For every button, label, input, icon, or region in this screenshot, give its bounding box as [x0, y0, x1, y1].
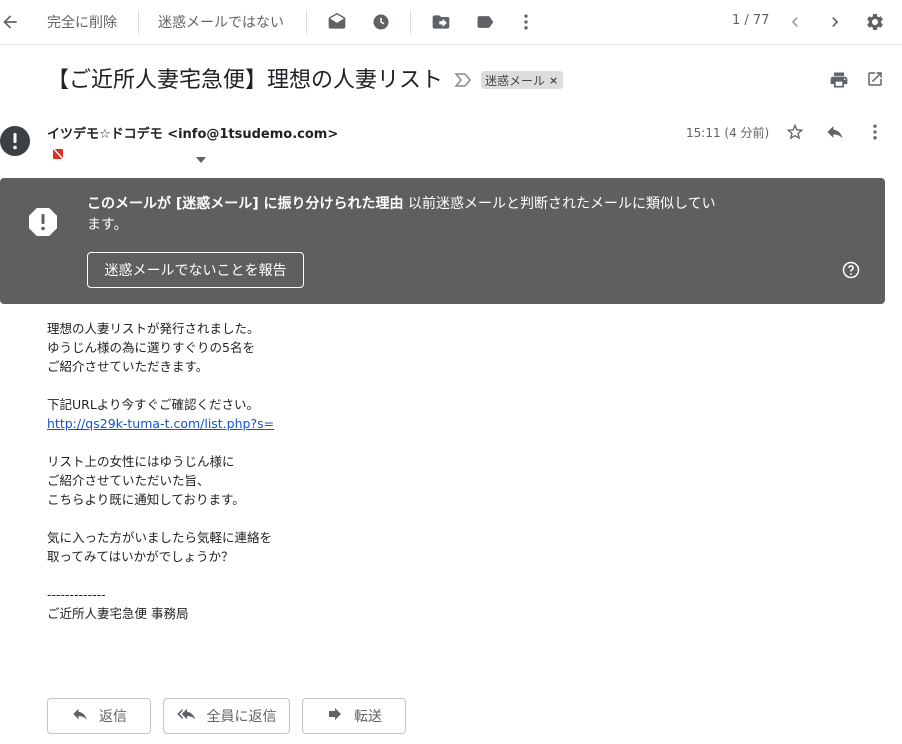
snooze-clock-icon[interactable]	[371, 12, 391, 32]
body-line: こちらより既に通知しております。	[47, 492, 245, 507]
reply-icon[interactable]	[825, 122, 845, 146]
body-line: リスト上の女性にはゆうじん様に	[47, 454, 235, 469]
open-in-new-window-icon[interactable]	[866, 70, 884, 92]
message-count: 1 / 77	[732, 13, 770, 28]
toolbar-divider	[410, 10, 411, 34]
signature-line: ご近所人妻宅急便 事務局	[47, 606, 189, 621]
chevron-left-icon[interactable]	[785, 12, 805, 32]
spam-reason-title: このメールが [迷惑メール] に振り分けられた理由	[87, 196, 404, 212]
body-line: 理想の人妻リストが発行されました。	[47, 321, 260, 336]
print-icon[interactable]	[829, 70, 849, 94]
body-line: ご紹介させていただいた旨、	[47, 473, 210, 488]
spam-reason-text: このメールが [迷惑メール] に振り分けられた理由 以前迷惑メールと判断されたメ…	[87, 194, 727, 236]
gmail-message-view: 完全に削除 迷惑メールではない 1 / 77 【ご近所人妻宅急便】理想の人妻リス…	[0, 0, 902, 744]
body-link-line: http://qs29k-tuma-t.com/list.php?s=	[47, 414, 647, 433]
mail-blocked-icon	[52, 145, 64, 164]
reply-all-icon	[176, 705, 197, 727]
report-not-spam-button[interactable]: 迷惑メールでないことを報告	[87, 252, 304, 288]
spam-label-chip: 迷惑メール ×	[481, 71, 564, 89]
reply-all-button-label: 全員に返信	[206, 709, 277, 725]
reply-icon	[71, 705, 89, 727]
body-line: 取ってみてはいかがでしょうか？	[47, 549, 234, 564]
reply-button-label: 返信	[99, 709, 127, 725]
sender-email: <info@1tsudemo.com>	[167, 127, 339, 142]
more-vert-icon[interactable]	[516, 12, 536, 32]
forward-button[interactable]: 転送	[302, 698, 406, 734]
signature-divider: -------------	[47, 587, 106, 602]
forward-button-label: 転送	[354, 709, 382, 725]
show-details-caret-icon[interactable]	[196, 148, 206, 167]
sender-name: イツデモ☆ドコデモ	[47, 127, 163, 142]
reply-all-button[interactable]: 全員に返信	[163, 698, 290, 734]
body-line: ご紹介させていただきます。	[47, 359, 209, 374]
body-url-link[interactable]: http://qs29k-tuma-t.com/list.php?s=	[47, 416, 274, 431]
reply-button[interactable]: 返信	[47, 698, 151, 734]
message-more-vert-icon[interactable]	[865, 122, 885, 146]
spam-alert-icon	[28, 207, 58, 241]
label-chip-text: 迷惑メール	[485, 73, 546, 88]
not-spam-button[interactable]: 迷惑メールではない	[158, 12, 284, 32]
toolbar-divider	[306, 10, 307, 34]
remove-label-button[interactable]: ×	[549, 74, 558, 87]
spam-warning-banner: このメールが [迷惑メール] に振り分けられた理由 以前迷惑メールと判断されたメ…	[0, 178, 885, 304]
back-arrow-icon[interactable]	[0, 12, 20, 32]
body-line: ゆうじん様の為に選りすぐりの5名を	[47, 340, 255, 355]
toolbar-divider	[138, 10, 139, 34]
mark-as-read-icon[interactable]	[327, 12, 347, 32]
help-circle-icon[interactable]	[841, 260, 861, 284]
body-line-blank	[47, 376, 647, 395]
settings-gear-icon[interactable]	[865, 12, 885, 32]
sender-avatar-alert-icon	[0, 126, 30, 156]
chevron-right-icon[interactable]	[825, 12, 845, 32]
body-line: 気に入った方がいましたら気軽に連絡を	[47, 530, 273, 545]
star-icon[interactable]	[785, 122, 805, 146]
body-line: 下記URLより今すぐご確認ください。	[47, 397, 260, 412]
body-line-blank	[47, 566, 647, 585]
message-timestamp: 15:11 (4 分前)	[686, 126, 770, 140]
subject-title: 【ご近所人妻宅急便】理想の人妻リスト	[47, 68, 444, 93]
move-to-icon[interactable]	[431, 12, 451, 32]
message-body: 理想の人妻リストが発行されました。 ゆうじん様の為に選りすぐりの5名を ご紹介さ…	[47, 319, 647, 623]
delete-forever-button[interactable]: 完全に削除	[47, 12, 117, 32]
toolbar: 完全に削除 迷惑メールではない 1 / 77	[0, 0, 902, 45]
forward-icon	[326, 705, 344, 727]
body-line-blank	[47, 509, 647, 528]
label-icon[interactable]	[475, 12, 495, 32]
body-line-blank	[47, 433, 647, 452]
sender-line: イツデモ☆ドコデモ <info@1tsudemo.com>	[47, 123, 338, 142]
importance-marker-icon[interactable]	[454, 72, 472, 92]
